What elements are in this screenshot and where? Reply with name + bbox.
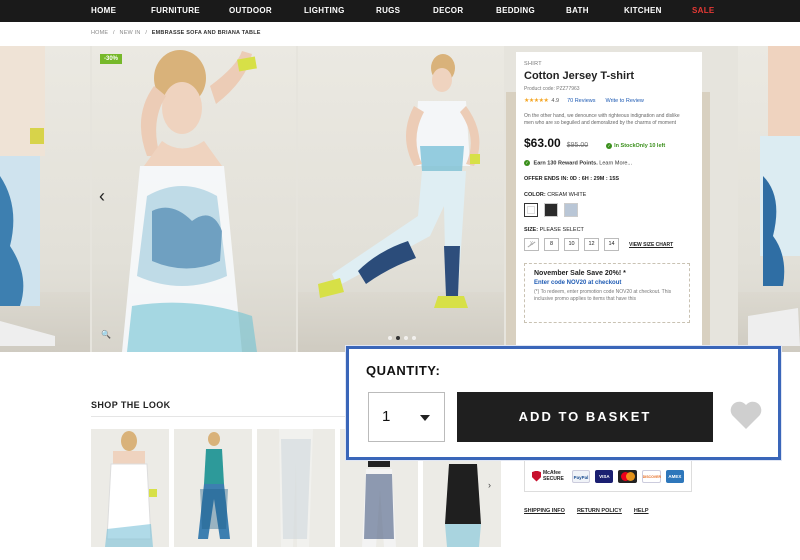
return-policy-link[interactable]: RETURN POLICY: [577, 508, 622, 514]
size-value: PLEASE SELECT: [539, 227, 584, 234]
stock-note: Only 10 left: [635, 143, 666, 149]
nav-outdoor[interactable]: OUTDOOR: [229, 0, 272, 22]
magnifier-icon[interactable]: 🔍: [101, 330, 111, 339]
discover-icon: DISCOVER: [641, 469, 661, 483]
size-option[interactable]: 14: [604, 238, 619, 252]
size-label: SIZE: PLEASE SELECT: [524, 227, 694, 233]
current-price: $63.00: [524, 136, 561, 150]
breadcrumb: HOME / NEW IN / EMBRASSE SOFA AND BRIANA…: [91, 30, 264, 36]
nav-rugs[interactable]: RUGS: [376, 0, 400, 22]
breadcrumb-home[interactable]: HOME: [91, 30, 108, 36]
gallery-image-2[interactable]: [92, 46, 296, 352]
discount-badge: -30%: [100, 54, 123, 64]
caret-down-icon: [420, 415, 430, 421]
color-swatches: [524, 203, 694, 218]
reward-points: ✓ Earn 130 Reward Points. Learn More...: [524, 160, 694, 166]
product-title: Cotton Jersey T-shirt: [524, 70, 635, 82]
carousel-dot[interactable]: [388, 336, 392, 340]
breadcrumb-current: EMBRASSE SOFA AND BRIANA TABLE: [151, 30, 261, 36]
color-label-text: COLOR:: [524, 192, 546, 199]
carousel-dots: [388, 336, 416, 340]
carousel-dot[interactable]: [396, 336, 400, 340]
breadcrumb-separator: /: [145, 30, 148, 36]
product-category: SHIRT: [524, 61, 542, 67]
nav-bedding[interactable]: BEDDING: [496, 0, 535, 22]
carousel-dot[interactable]: [412, 336, 416, 340]
nav-decor[interactable]: DECOR: [433, 0, 463, 22]
reviews-link[interactable]: 70 Reviews: [567, 98, 595, 104]
nav-kitchen[interactable]: KITCHEN: [624, 0, 662, 22]
mastercard-icon: [618, 469, 637, 483]
size-options: X 8 10 12 14 VIEW SIZE CHART: [524, 238, 694, 252]
color-label: COLOR: CREAM WHITE: [524, 192, 694, 198]
product-code: Product code: PZZ77963: [524, 86, 580, 92]
heart-icon[interactable]: [729, 400, 763, 435]
quantity-label: QUANTITY:: [366, 363, 441, 378]
mcafee-line-2: SECURE: [543, 476, 564, 482]
check-icon: ✓: [606, 143, 613, 149]
divider: [91, 416, 347, 417]
look-item[interactable]: [257, 429, 335, 547]
write-review-link[interactable]: Write to Review: [606, 98, 644, 104]
shipping-info-link[interactable]: SHIPPING INFO: [524, 508, 565, 514]
top-nav: HOME FURNITURE OUTDOOR LIGHTING RUGS DEC…: [0, 0, 800, 22]
quantity-select[interactable]: 1: [368, 392, 445, 442]
reward-learn-more-link[interactable]: Learn More...: [599, 160, 632, 166]
product-description: On the other hand, we denounce with righ…: [524, 113, 680, 126]
nav-lighting[interactable]: LIGHTING: [304, 0, 345, 22]
nav-furniture[interactable]: FURNITURE: [151, 0, 200, 22]
size-option[interactable]: 8: [544, 238, 559, 252]
breadcrumb-new-in[interactable]: NEW IN: [120, 30, 141, 36]
size-label-text: SIZE:: [524, 227, 539, 234]
offer-countdown: OFFER ENDS IN: 0D : 6H : 29M : 15S: [524, 176, 620, 183]
reward-text: Earn 130 Reward Points.: [533, 160, 598, 167]
stock-status: In Stock: [614, 143, 636, 149]
size-option[interactable]: 12: [584, 238, 599, 252]
add-to-basket-button[interactable]: ADD TO BASKET: [457, 392, 713, 442]
nav-home[interactable]: HOME: [91, 0, 116, 22]
gallery-image-1[interactable]: [0, 46, 90, 352]
nav-bath[interactable]: BATH: [566, 0, 589, 22]
swatch-cream-white[interactable]: [524, 203, 538, 218]
color-value: CREAM WHITE: [547, 192, 587, 199]
rating-value: 4.9: [551, 97, 560, 104]
carousel-dot[interactable]: [404, 336, 408, 340]
size-chart-link[interactable]: VIEW SIZE CHART: [629, 242, 673, 248]
promo-headline: November Sale Save 20%! *: [534, 270, 626, 278]
rating-row: ★★★★★ 4.9 70 Reviews Write to Review: [524, 97, 694, 105]
size-option[interactable]: X: [524, 238, 539, 252]
gallery-image-4[interactable]: [738, 46, 800, 352]
paypal-icon: PayPal: [571, 469, 591, 483]
quantity-value: 1: [382, 408, 391, 425]
promo-box: November Sale Save 20%! * Enter code NOV…: [524, 263, 690, 324]
chevron-left-icon[interactable]: ‹: [99, 186, 105, 207]
size-option[interactable]: 10: [564, 238, 579, 252]
shop-the-look-title: SHOP THE LOOK: [91, 400, 171, 410]
breadcrumb-separator: /: [113, 30, 115, 36]
footer-links: SHIPPING INFO RETURN POLICY HELP: [524, 508, 649, 514]
old-price: $95.00: [566, 142, 589, 149]
visa-icon: VISA: [595, 469, 614, 483]
product-details-panel: SHIRT Cotton Jersey T-shirt Product code…: [516, 52, 702, 352]
star-rating-icon: ★★★★★: [524, 98, 549, 104]
price-row: $63.00 $95.00 ✓ In Stock Only 10 left: [524, 136, 694, 150]
help-link[interactable]: HELP: [634, 508, 649, 514]
swatch-black[interactable]: [544, 203, 558, 218]
payment-methods: McAfee SECURE PayPal VISA DISCOVER AMEX: [524, 460, 692, 492]
chevron-right-icon[interactable]: ›: [488, 480, 491, 490]
look-item[interactable]: [174, 429, 252, 547]
mcafee-secure-badge: McAfee SECURE: [532, 470, 564, 482]
look-item[interactable]: [91, 429, 169, 547]
swatch-light-blue[interactable]: [564, 203, 578, 218]
amex-icon: AMEX: [665, 469, 684, 483]
check-icon: ✓: [524, 160, 530, 166]
promo-code: Enter code NOV20 at checkout: [534, 280, 622, 287]
shield-icon: [532, 470, 541, 482]
gallery-image-3[interactable]: [298, 46, 504, 352]
quantity-popup: QUANTITY: 1 ADD TO BASKET: [346, 346, 781, 460]
nav-sale[interactable]: SALE: [692, 0, 715, 22]
promo-detail: (*) To redeem, enter promotion code NOV2…: [534, 289, 672, 303]
